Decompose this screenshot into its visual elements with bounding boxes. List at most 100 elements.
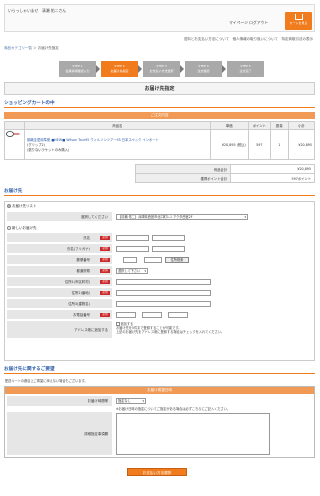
required-badge: 必須 xyxy=(100,247,110,251)
arrow-right-icon xyxy=(96,65,100,73)
cart-icon xyxy=(295,14,303,20)
last-name-input[interactable] xyxy=(116,235,149,241)
notes-intro: 配送ルートの都合上ご希望に添えない場合もございます。 xyxy=(5,379,88,383)
total-label: 商品合計 xyxy=(135,164,231,174)
option-label: お届け先リスト xyxy=(12,204,37,208)
radio-icon[interactable] xyxy=(7,226,11,230)
column-header: 数量 xyxy=(269,121,289,130)
step-1: STEP 1 会員情報確認入力 xyxy=(59,61,100,77)
time-label: お届け時間帯 xyxy=(7,396,112,407)
request-form: お届け希望日時 お届け時間帯 指定なし ※お届け日時の指定についてご指定がある場… xyxy=(4,386,315,458)
option-label: 新しいお届け先 xyxy=(12,226,37,230)
info-links[interactable]: 送料とお支払い方法について 個人情報の取り扱いについて 特定商取引法の表示 xyxy=(0,37,319,42)
header-bar: いらっしゃいませ 清瀬 佑二さん マイページ ログアウト カートを見る xyxy=(4,4,315,32)
option-saved-address[interactable]: お届け先リスト xyxy=(7,204,37,209)
address-select-label: 選択してください xyxy=(7,212,112,222)
cart-section-title: ショッピングカートの中 xyxy=(4,101,55,106)
mypage-link[interactable]: マイページ xyxy=(229,20,248,25)
section-divider xyxy=(4,373,315,374)
cart-button-label: カートを見る xyxy=(289,21,308,25)
address-select[interactable]: 【清瀬 佑二】兵庫県西宮市北口町1-1 アクタ西宮2F xyxy=(116,214,248,220)
table-row: 錦織圭愛用準拠 ■NEW■ Wilson Tour95 ウィルソンツアー95 日… xyxy=(3,129,316,160)
step-4: STEP 4 注文確認 xyxy=(185,61,226,77)
welcome-text: いらっしゃいませ 清瀬 佑二さん xyxy=(8,8,67,13)
field-label-addressbook: アドレス帳に追加する xyxy=(7,321,112,339)
points-cell: 597 xyxy=(247,129,271,160)
section-divider xyxy=(4,107,315,108)
product-detail: (張りないラケットのみ購入) xyxy=(27,148,70,152)
zip-search-button[interactable]: 住所検索 xyxy=(165,257,189,263)
zip1-input[interactable] xyxy=(123,257,137,263)
address1-input[interactable] xyxy=(116,279,211,285)
radio-selected-icon[interactable] xyxy=(7,204,11,208)
required-badge: 必須 xyxy=(100,236,110,240)
column-header: 単価 xyxy=(209,121,249,130)
field-label-pref: 都道府県 xyxy=(7,266,112,276)
product-cell: 錦織圭愛用準拠 ■NEW■ Wilson Tour95 ウィルソンツアー95 日… xyxy=(24,129,211,160)
address3-input[interactable] xyxy=(116,301,211,307)
column-header: ポイント xyxy=(247,121,271,130)
required-badge: 必須 xyxy=(100,258,110,262)
price-cell: ¥20,895 (税込) xyxy=(209,129,249,160)
table-header-row: 商品名 単価 ポイント 数量 小計 xyxy=(3,121,316,130)
totals-table: 商品合計 ¥20,895 獲得ポイント合計 597ポイント xyxy=(135,164,315,183)
account-links: マイページ ログアウト xyxy=(229,20,268,26)
required-badge: 必須 xyxy=(100,291,110,295)
column-header: 商品名 xyxy=(24,121,211,130)
step-2: STEP 2 お届け先指定 xyxy=(101,61,142,77)
cart-table: 商品名 単価 ポイント 数量 小計 錦織圭愛用準拠 ■NEW■ Wilson T… xyxy=(3,121,316,160)
field-label-addr2: 住所2(番地) xyxy=(7,288,112,298)
order-box: ご注文内容 商品名 単価 ポイント 数量 小計 錦織圭愛用準拠 ■NEW■ Wi… xyxy=(3,112,316,198)
address2-input[interactable] xyxy=(116,290,211,296)
step-3: STEP 3 お支払い方法選択 xyxy=(143,61,184,77)
addressbook-options: 追加する お届け先を5件まで登録することが可能です。 上記のお届け先をアドレス帳… xyxy=(116,322,311,335)
logout-link[interactable]: ログアウト xyxy=(249,20,268,25)
request-textarea[interactable] xyxy=(116,413,270,455)
breadcrumb: 商品カテゴリ一覧 ＞ お届け先指定 xyxy=(4,46,59,51)
option-new-address[interactable]: 新しいお届け先 xyxy=(7,226,37,231)
time-note: ※お届け日時の指定についてご指定がある場合は必ずこちらにご記入ください。 xyxy=(116,407,231,411)
step-label: 会員情報確認入力 xyxy=(65,68,90,73)
step-label: 注文確認 xyxy=(197,68,210,73)
request-label: 詳細指定事項欄 xyxy=(7,412,112,456)
last-name-kana-input[interactable] xyxy=(116,246,149,252)
total-row: 獲得ポイント合計 597ポイント xyxy=(135,173,315,183)
first-name-kana-input[interactable] xyxy=(152,246,185,252)
phone2-input[interactable] xyxy=(142,312,162,318)
field-label-zip: 郵便番号 xyxy=(7,255,112,265)
field-label-name: 氏名 xyxy=(7,233,112,243)
phone1-input[interactable] xyxy=(116,312,136,318)
time-select[interactable]: 指定なし xyxy=(116,398,146,404)
total-row: 商品合計 ¥20,895 xyxy=(135,164,315,174)
total-value: 597ポイント xyxy=(230,173,315,183)
next-payment-button[interactable]: お支払い方法選択 xyxy=(127,468,187,476)
breadcrumb-current: お届け先指定 xyxy=(37,46,59,50)
required-badge: 必須 xyxy=(100,269,110,273)
prefecture-select[interactable]: 選択して下さい xyxy=(116,268,148,274)
step-label: 注文完了 xyxy=(239,68,252,73)
page-title: お届け先指定 xyxy=(4,82,315,95)
field-label-phone: お電話番号 xyxy=(7,310,112,320)
delivery-section-title: お届け先 xyxy=(4,189,23,194)
required-badge: 必須 xyxy=(100,313,110,317)
section-divider xyxy=(4,195,315,196)
arrow-right-icon xyxy=(180,65,184,73)
step-label: お届け先指定 xyxy=(110,68,129,73)
field-label-kana: 氏名(フリガナ) xyxy=(7,244,112,254)
cart-button[interactable]: カートを見る xyxy=(285,12,312,30)
qty-cell: 1 xyxy=(269,129,289,160)
total-value: ¥20,895 xyxy=(230,164,315,174)
order-box-title: ご注文内容 xyxy=(4,112,315,119)
total-label: 獲得ポイント合計 xyxy=(135,173,231,183)
arrow-right-icon xyxy=(138,65,142,73)
phone3-input[interactable] xyxy=(168,312,188,318)
racket-thumbnail xyxy=(6,131,20,137)
request-box-title: お届け希望日時 xyxy=(5,387,314,394)
zip2-input[interactable] xyxy=(144,257,162,263)
field-label-addr3: 住所3(建物名) xyxy=(7,299,112,309)
addressbook-note: 上記のお届け先をアドレス帳に登録する場合はチェックを入れてください。 xyxy=(116,330,225,335)
first-name-input[interactable] xyxy=(152,235,185,241)
column-header: 小計 xyxy=(287,121,316,130)
breadcrumb-home[interactable]: 商品カテゴリ一覧 xyxy=(4,46,32,50)
subtotal-cell: ¥20,895 xyxy=(287,129,316,160)
